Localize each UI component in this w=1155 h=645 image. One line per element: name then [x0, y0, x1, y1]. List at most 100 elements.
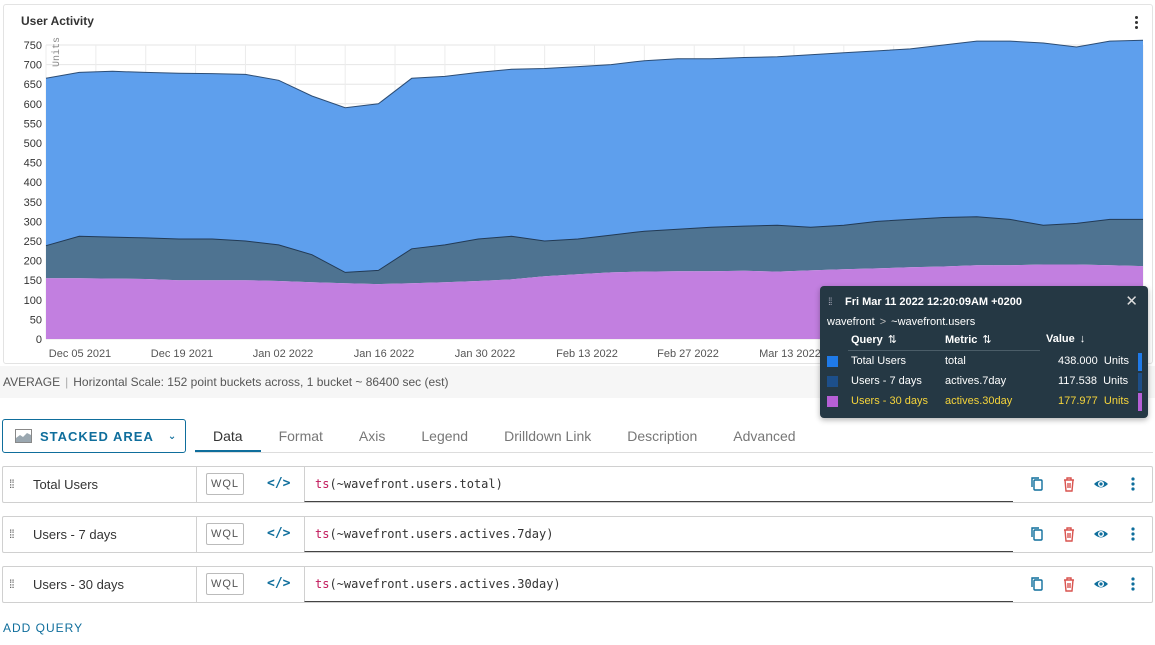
chevron-down-icon: ⌄ — [167, 430, 178, 442]
column-header-value[interactable]: Value ↓ — [1046, 333, 1085, 345]
x-tick-label: Dec 05 2021 — [49, 348, 111, 360]
column-header-query[interactable]: Query ⇅ — [851, 333, 897, 346]
drag-handle-icon[interactable]: ⁞⁞ — [9, 577, 15, 591]
sort-icon: ⇅ — [887, 334, 898, 346]
query-row: ⁞⁞ Total Users WQL </> ts(~wavefront.use… — [2, 466, 1153, 503]
tabs-divider — [195, 452, 1153, 453]
query-row: ⁞⁞ Users - 30 days WQL </> ts(~wavefront… — [2, 566, 1153, 603]
series-bar — [1138, 393, 1142, 411]
wql-mode-button[interactable]: WQL — [206, 573, 244, 595]
tooltip-query: Users - 30 days — [851, 395, 929, 407]
y-tick-label: 600 — [24, 99, 42, 111]
kebab-icon[interactable] — [1125, 476, 1141, 492]
series-swatch — [827, 396, 838, 407]
eye-icon[interactable] — [1093, 476, 1109, 492]
y-tick-label: 650 — [24, 79, 42, 91]
query-name[interactable]: Total Users — [33, 477, 98, 492]
drag-handle-icon[interactable]: ⁞⁞ — [9, 527, 15, 541]
wql-mode-button[interactable]: WQL — [206, 523, 244, 545]
series-bar — [1138, 353, 1142, 371]
kebab-icon[interactable] — [1125, 576, 1141, 592]
x-tick-label: Jan 02 2022 — [253, 348, 314, 360]
query-name[interactable]: Users - 7 days — [33, 527, 117, 542]
y-tick-label: 750 — [24, 40, 42, 52]
y-tick-label: 350 — [24, 197, 42, 209]
y-tick-label: 450 — [24, 158, 42, 170]
sort-icon: ⇅ — [982, 334, 992, 346]
copy-icon[interactable] — [1029, 526, 1045, 542]
tooltip-metric: actives.30day — [945, 395, 1013, 407]
tooltip-source: wavefront — [827, 316, 875, 328]
tab-format[interactable]: Format — [261, 419, 341, 453]
trash-icon[interactable] — [1061, 476, 1077, 492]
x-tick-label: Feb 13 2022 — [556, 348, 618, 360]
y-axis-unit-label: Units — [51, 37, 63, 67]
tab-axis[interactable]: Axis — [341, 419, 403, 453]
trash-icon[interactable] — [1061, 576, 1077, 592]
tooltip-date: Fri Mar 11 2022 12:20:09AM +0200 — [845, 296, 1023, 308]
tooltip-row: Total Users total 438.000 Units — [820, 353, 1148, 371]
horizontal-scale-info: Horizontal Scale: 152 point buckets acro… — [73, 375, 449, 389]
y-tick-label: 700 — [24, 60, 42, 72]
tab-drilldown-link[interactable]: Drilldown Link — [486, 419, 609, 453]
query-input[interactable]: ts(~wavefront.users.total) — [304, 467, 1013, 502]
chart-type-label: STACKED AREA — [40, 428, 154, 444]
y-tick-label: 400 — [24, 177, 42, 189]
query-row: ⁞⁞ Users - 7 days WQL </> ts(~wavefront.… — [2, 516, 1153, 553]
tab-description[interactable]: Description — [609, 419, 715, 453]
x-tick-label: Mar 13 2022 — [759, 348, 821, 360]
copy-icon[interactable] — [1029, 476, 1045, 492]
sort-desc-icon: ↓ — [1079, 333, 1086, 345]
y-tick-label: 250 — [24, 236, 42, 248]
eye-icon[interactable] — [1093, 576, 1109, 592]
y-tick-label: 50 — [30, 314, 42, 326]
series-bar — [1138, 373, 1142, 391]
y-tick-label: 200 — [24, 256, 42, 268]
query-actions — [1015, 467, 1152, 502]
summarization-mode: AVERAGE — [3, 375, 61, 389]
chart-menu-kebab-icon[interactable] — [1130, 13, 1142, 31]
y-tick-label: 0 — [36, 334, 42, 346]
tooltip-query: Total Users — [851, 355, 907, 367]
chart-title: User Activity — [21, 14, 94, 28]
tab-advanced[interactable]: Advanced — [715, 419, 813, 453]
x-tick-label: Dec 19 2021 — [151, 348, 213, 360]
copy-icon[interactable] — [1029, 576, 1045, 592]
series-swatch — [827, 376, 838, 387]
drag-handle-icon[interactable]: ⁞⁞ — [9, 477, 15, 491]
wql-mode-button[interactable]: WQL — [206, 473, 244, 495]
tab-legend[interactable]: Legend — [403, 419, 486, 453]
kebab-icon[interactable] — [1125, 526, 1141, 542]
tooltip-metric-path: ~wavefront.users — [891, 316, 976, 328]
tooltip-query: Users - 7 days — [851, 375, 922, 387]
add-query-button[interactable]: ADD QUERY — [3, 621, 83, 635]
chart-type-dropdown[interactable]: STACKED AREA ⌄ — [2, 419, 186, 453]
chart-hover-tooltip: ⁞⁞ Fri Mar 11 2022 12:20:09AM +0200 ✕ wa… — [820, 286, 1148, 418]
code-icon[interactable]: </> — [267, 526, 290, 541]
eye-icon[interactable] — [1093, 526, 1109, 542]
y-tick-label: 300 — [24, 216, 42, 228]
tooltip-row: Users - 7 days actives.7day 117.538 Unit… — [820, 373, 1148, 391]
query-input[interactable]: ts(~wavefront.users.actives.30day) — [304, 567, 1013, 602]
tooltip-divider — [848, 350, 1040, 351]
y-tick-label: 550 — [24, 118, 42, 130]
tooltip-value: 117.538 Units — [1058, 375, 1129, 387]
drag-handle-icon[interactable]: ⁞⁞ — [828, 297, 832, 308]
query-name[interactable]: Users - 30 days — [33, 577, 124, 592]
code-icon[interactable]: </> — [267, 576, 290, 591]
tooltip-row-highlighted: Users - 30 days actives.30day 177.977 Un… — [820, 393, 1148, 411]
x-tick-label: Jan 30 2022 — [455, 348, 516, 360]
trash-icon[interactable] — [1061, 526, 1077, 542]
close-icon[interactable]: ✕ — [1125, 294, 1138, 309]
y-tick-label: 500 — [24, 138, 42, 150]
query-input[interactable]: ts(~wavefront.users.actives.7day) — [304, 517, 1013, 552]
query-actions — [1015, 517, 1152, 552]
area-chart-icon — [15, 429, 32, 443]
tooltip-value: 438.000 Units — [1058, 355, 1129, 367]
y-tick-label: 150 — [24, 275, 42, 287]
tab-data[interactable]: Data — [195, 419, 261, 453]
code-icon[interactable]: </> — [267, 476, 290, 491]
column-header-metric[interactable]: Metric ⇅ — [945, 333, 992, 346]
tooltip-metric: total — [945, 355, 966, 367]
tooltip-metric: actives.7day — [945, 375, 1007, 387]
